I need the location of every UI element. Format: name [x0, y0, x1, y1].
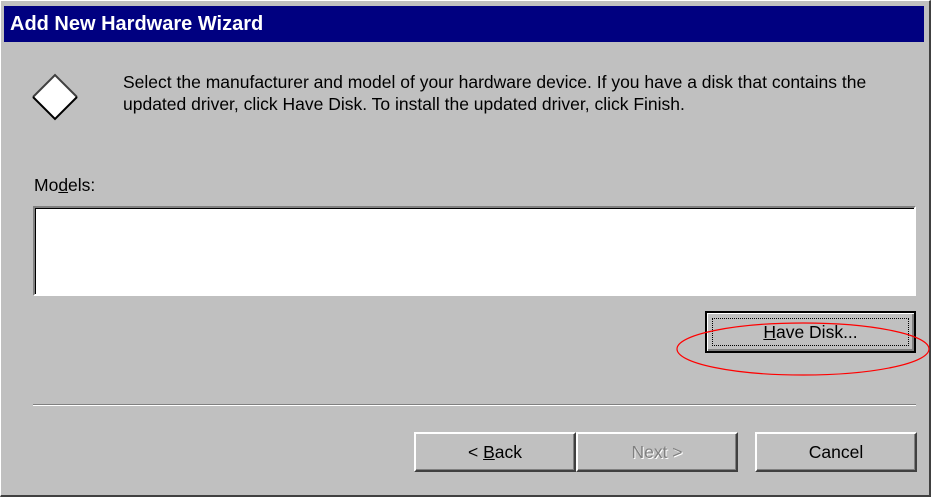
separator: [33, 404, 916, 406]
instructions-text: Select the manufacturer and model of you…: [123, 72, 867, 114]
cancel-label: Cancel: [808, 441, 864, 462]
back-button[interactable]: < Back: [414, 432, 576, 472]
next-label: Next >: [631, 441, 683, 462]
title-bar[interactable]: Add New Hardware Wizard: [4, 6, 924, 42]
have-disk-label: Have Disk...: [763, 321, 858, 342]
back-label: < Back: [467, 441, 522, 462]
wizard-window: Add New Hardware Wizard Select the manuf…: [0, 0, 931, 497]
models-label: Models:: [34, 175, 96, 195]
models-listbox[interactable]: [33, 206, 916, 296]
window-title: Add New Hardware Wizard: [10, 13, 264, 35]
next-button[interactable]: Next >: [576, 432, 738, 472]
cancel-button[interactable]: Cancel: [755, 432, 917, 472]
have-disk-button[interactable]: Have Disk...: [705, 311, 916, 353]
diamond-icon: [32, 73, 78, 121]
